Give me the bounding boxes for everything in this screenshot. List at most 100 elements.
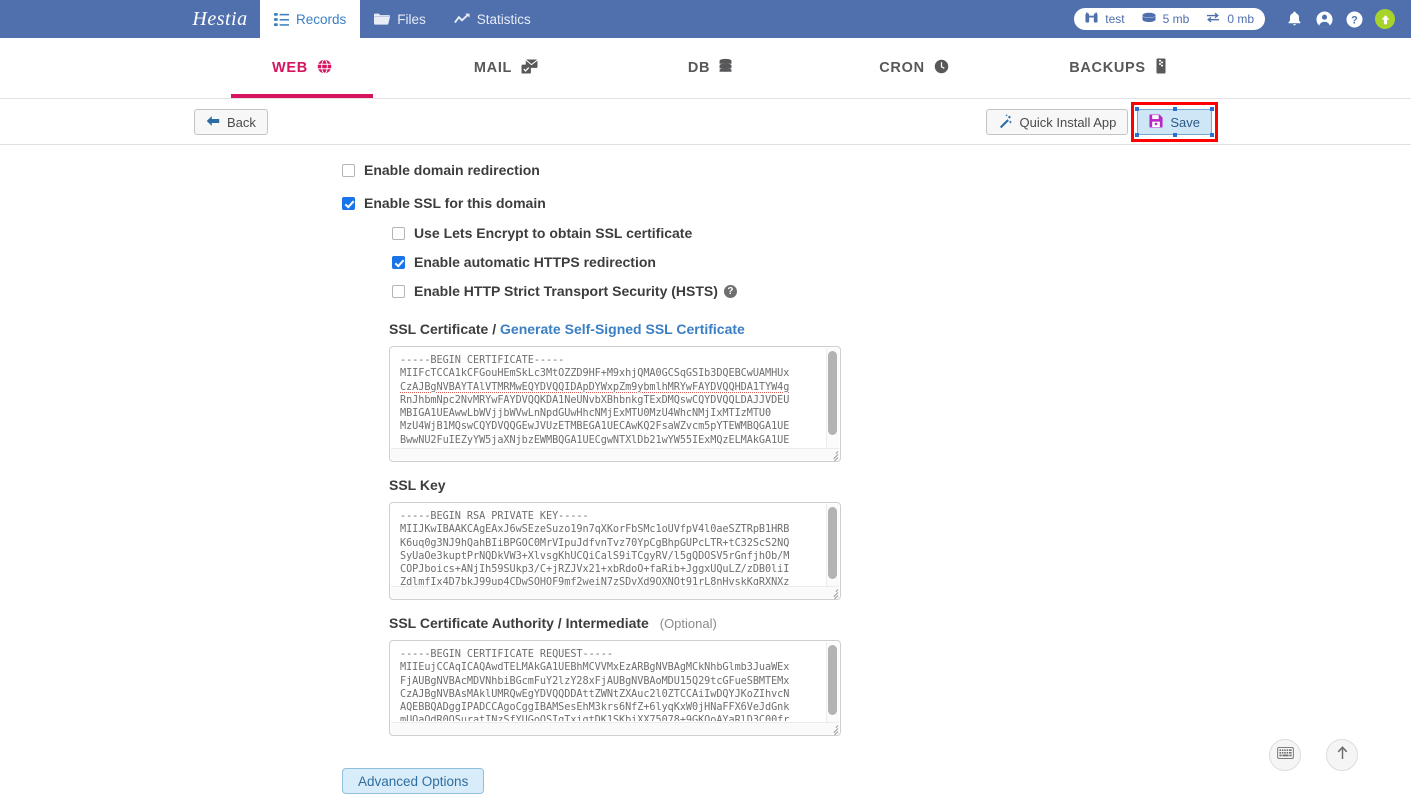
selection-handle-bottom-left (1135, 133, 1140, 137)
advanced-options-label: Advanced Options (358, 773, 469, 789)
ssl-ca-line-0: MIIEujCCAqICAQAwdTELMAkGA1UEBhMCVVMxEzAR… (400, 662, 790, 674)
generate-self-signed-ssl-link[interactable]: Generate Self-Signed SSL Certificate (500, 321, 745, 337)
help-question-icon[interactable]: ? (1339, 4, 1369, 34)
checkbox-row-enable-ssl[interactable]: Enable SSL for this domain (342, 195, 546, 211)
selection-handle-bottom-right (1210, 133, 1214, 137)
tab-web-label: WEB (272, 60, 308, 76)
ssl-ca-line-head: -----BEGIN CERTIFICATE REQUEST----- (400, 649, 613, 660)
ssl-key-resize-handle[interactable] (828, 588, 839, 599)
checkbox-row-https-redirection[interactable]: Enable automatic HTTPS redirection (392, 254, 656, 270)
ssl-certificate-footer (391, 448, 839, 460)
selection-handle-bottom-center (1172, 133, 1177, 137)
label-enable-domain-redirection: Enable domain redirection (364, 162, 540, 178)
ssl-certificate-textarea[interactable]: -----BEGIN CERTIFICATE----- MIIFcTCCA1kC… (389, 346, 841, 462)
save-button-label: Save (1170, 114, 1200, 130)
checkbox-enable-ssl[interactable] (342, 196, 355, 210)
topnav-item-files[interactable]: Files (360, 0, 440, 38)
tab-mail[interactable]: MAIL (404, 38, 608, 98)
topnav-item-records[interactable]: Records (260, 0, 361, 38)
topnav-item-statistics[interactable]: Statistics (440, 0, 545, 38)
ssl-key-line-head: -----BEGIN RSA PRIVATE KEY----- (400, 511, 589, 522)
checkbox-enable-domain-redirection[interactable] (342, 163, 355, 177)
ssl-certificate-label-text: SSL Certificate / (389, 321, 497, 337)
save-button-wrapper: Save (1131, 102, 1218, 142)
ssl-key-content: -----BEGIN RSA PRIVATE KEY----- MIIJKwIB… (400, 510, 818, 585)
arrow-left-icon (206, 115, 220, 130)
topnav-label-statistics: Statistics (476, 11, 531, 27)
page-toolbar: Back Quick Install App Save (0, 100, 1411, 145)
ssl-cert-line-2: RnJhbmNpc2NvMRYwFAYDVQQKDA1NeUNvbXBhbnkg… (400, 394, 790, 406)
tab-cron-label: CRON (879, 60, 925, 76)
ssl-cert-line-head: -----BEGIN CERTIFICATE----- (400, 355, 565, 366)
hsts-help-icon[interactable]: ? (723, 284, 737, 298)
checkbox-hsts[interactable] (392, 284, 405, 298)
status-disk-usage: 5 mb (1162, 12, 1190, 26)
advanced-options-button[interactable]: Advanced Options (342, 768, 485, 794)
selection-handle-top-right (1210, 107, 1214, 111)
selection-handle-top-left (1135, 107, 1140, 111)
user-account-icon[interactable] (1309, 4, 1339, 34)
tab-backups[interactable]: BACKUPS (1016, 38, 1220, 98)
scroll-to-top-fab[interactable] (1326, 739, 1358, 771)
upgrade-arrow-up-button[interactable] (1375, 9, 1395, 29)
topnav-label-files: Files (397, 11, 426, 27)
ssl-ca-label-text: SSL Certificate Authority / Intermediate (389, 615, 649, 631)
label-enable-ssl: Enable SSL for this domain (364, 195, 546, 211)
ssl-ca-line-4: mUQaOdR0OSuratINzSfYUGoQSIgTxigtDK1SKbiX… (400, 715, 790, 721)
ssl-certificate-resize-handle[interactable] (828, 450, 839, 461)
floppy-disk-icon (1149, 113, 1163, 131)
quick-install-app-label: Quick Install App (1019, 114, 1117, 130)
label-https-redirection: Enable automatic HTTPS redirection (414, 254, 656, 270)
checkbox-row-enable-domain-redirection[interactable]: Enable domain redirection (342, 162, 540, 178)
ssl-certificate-scrollbar-thumb[interactable] (828, 351, 837, 435)
ssl-key-scrollbar-thumb[interactable] (828, 507, 837, 579)
ssl-key-line-2: SyUaOe3kuptPrNQDkVW3+XlvsgKhUCQiCalS9iTC… (400, 550, 790, 562)
mail-icon (521, 58, 538, 78)
ssl-ca-scrollbar-thumb[interactable] (828, 645, 837, 715)
keyboard-icon (1276, 746, 1294, 764)
ssl-ca-resize-handle[interactable] (828, 724, 839, 735)
ssl-key-textarea[interactable]: -----BEGIN RSA PRIVATE KEY----- MIIJKwIB… (389, 502, 841, 600)
notifications-bell-icon[interactable] (1279, 4, 1309, 34)
chart-line-icon (453, 12, 470, 26)
web-domain-edit-form: Enable domain redirection Enable SSL for… (0, 146, 1411, 809)
label-lets-encrypt: Use Lets Encrypt to obtain SSL certifica… (414, 225, 693, 241)
hestia-logo-text: Hestia (192, 7, 248, 30)
ssl-certificate-field-label: SSL Certificate / Generate Self-Signed S… (389, 321, 745, 337)
tab-cron[interactable]: CRON (812, 38, 1016, 98)
arrow-up-icon (1336, 745, 1349, 765)
database-stack-icon (719, 58, 732, 78)
back-button[interactable]: Back (194, 109, 268, 135)
hestia-logo[interactable]: Hestia (180, 0, 260, 38)
ssl-cert-line-0: MIIFcTCCA1kCFGouHEmSkLc3MtOZZD9HF+M9xhjQ… (400, 368, 790, 380)
quick-install-app-button[interactable]: Quick Install App (985, 109, 1129, 135)
checkbox-row-lets-encrypt[interactable]: Use Lets Encrypt to obtain SSL certifica… (392, 225, 692, 241)
clock-icon (934, 59, 949, 78)
ssl-ca-field-label: SSL Certificate Authority / Intermediate… (389, 615, 717, 631)
checkbox-https-redirection[interactable] (392, 255, 405, 269)
ssl-key-line-0: MIIJKwIBAAKCAgEAxJ6wSEzeSuzo19n7qXKorFbS… (400, 524, 790, 536)
ssl-ca-textarea[interactable]: -----BEGIN CERTIFICATE REQUEST----- MIIE… (389, 640, 841, 736)
ssl-ca-line-2: CzAJBgNVBAsMAklUMRQwEgYDVQQDDAttZWNtZXAu… (400, 688, 790, 700)
ssl-ca-content: -----BEGIN CERTIFICATE REQUEST----- MIIE… (400, 648, 818, 721)
ssl-key-line-1: K6uq0g3NJ9hQahBIiBPGOC0MrVIpuJdfvnTvz70Y… (400, 537, 790, 549)
selection-handle-top-center (1172, 107, 1177, 111)
ssl-key-line-3: COPJboics+ANjIh59SUkp3/C+jRZJVx21+xbRdoO… (400, 564, 790, 576)
status-pill[interactable]: test 5 mb 0 mb (1074, 8, 1265, 30)
binoculars-icon (1085, 11, 1098, 27)
status-bandwidth: 0 mb (1227, 12, 1254, 26)
ssl-cert-line-4: MzU4WjB1MQswCQYDVQQGEwJVUzETMBEGA1UECAwK… (400, 421, 790, 433)
status-user-name: test (1105, 12, 1125, 26)
tab-db[interactable]: DB (608, 38, 812, 98)
module-tab-bar: WEB MAIL DB CRON BACKUPS (0, 38, 1411, 99)
keyboard-shortcuts-fab[interactable] (1269, 739, 1301, 771)
checkbox-row-hsts[interactable]: Enable HTTP Strict Transport Security (H… (392, 283, 737, 299)
tab-web[interactable]: WEB (200, 38, 404, 98)
globe-icon (317, 58, 332, 78)
ssl-key-footer (391, 586, 839, 598)
ssl-ca-line-1: FjAUBgNVBAcMDVNhbiBGcmFuY2lzY28xFjAUBgNV… (400, 675, 790, 687)
checkbox-lets-encrypt[interactable] (392, 226, 405, 240)
save-button[interactable]: Save (1135, 107, 1214, 137)
ssl-key-line-4: ZdlmfIx4D7bkJ99up4CDwSOHOF9mf2weiN7zSDvX… (400, 577, 790, 585)
